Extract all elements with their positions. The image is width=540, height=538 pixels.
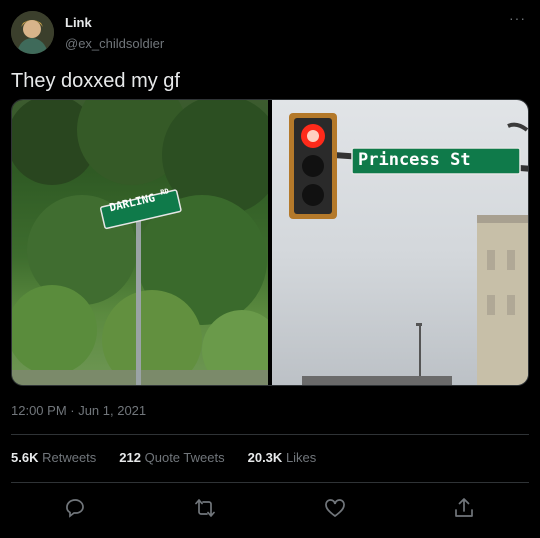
- retweet-button[interactable]: [193, 496, 217, 520]
- princess-st-scene: [289, 113, 528, 385]
- darling-sign-suffix: RD: [159, 187, 170, 197]
- avatar[interactable]: [11, 11, 54, 54]
- quotes-stat[interactable]: 212 Quote Tweets: [119, 450, 224, 465]
- divider-bottom: [11, 482, 529, 483]
- retweet-icon: [195, 499, 215, 517]
- darling-rd-scene: [12, 100, 268, 385]
- quotes-label: Quote Tweets: [144, 450, 225, 465]
- reply-button[interactable]: [63, 496, 87, 520]
- retweets-stat[interactable]: 5.6K Retweets: [11, 450, 96, 465]
- likes-count: 20.3K: [247, 450, 283, 465]
- reply-icon: [66, 499, 84, 518]
- action-bar: [0, 490, 540, 526]
- user-handle[interactable]: @ex_childsoldier: [65, 36, 164, 51]
- more-options-icon[interactable]: ···: [509, 10, 526, 26]
- share-icon: [455, 498, 473, 517]
- tweet-media[interactable]: DARLING RD Princess St: [11, 99, 529, 386]
- retweets-label: Retweets: [42, 450, 97, 465]
- likes-label: Likes: [285, 450, 317, 465]
- display-name[interactable]: Link: [65, 15, 92, 30]
- like-button[interactable]: [323, 496, 347, 520]
- likes-stat[interactable]: 20.3K Likes: [248, 450, 317, 465]
- share-button[interactable]: [452, 496, 476, 520]
- quotes-count: 212: [119, 450, 141, 465]
- retweets-count: 5.6K: [11, 450, 39, 465]
- media-image-right[interactable]: Princess St: [272, 100, 528, 385]
- princess-sign: Princess St: [358, 150, 471, 170]
- tweet-card: Link @ex_childsoldier ··· They doxxed my…: [0, 0, 540, 538]
- media-image-left[interactable]: DARLING RD: [12, 100, 268, 385]
- tweet-stats: 5.6K Retweets 212 Quote Tweets 20.3K Lik…: [11, 450, 316, 465]
- avatar-image: [11, 11, 54, 54]
- tweet-text: They doxxed my gf: [11, 70, 180, 92]
- tweet-timestamp[interactable]: 12:00 PM · Jun 1, 2021: [11, 403, 146, 418]
- divider-top: [11, 434, 529, 435]
- like-icon: [325, 499, 345, 518]
